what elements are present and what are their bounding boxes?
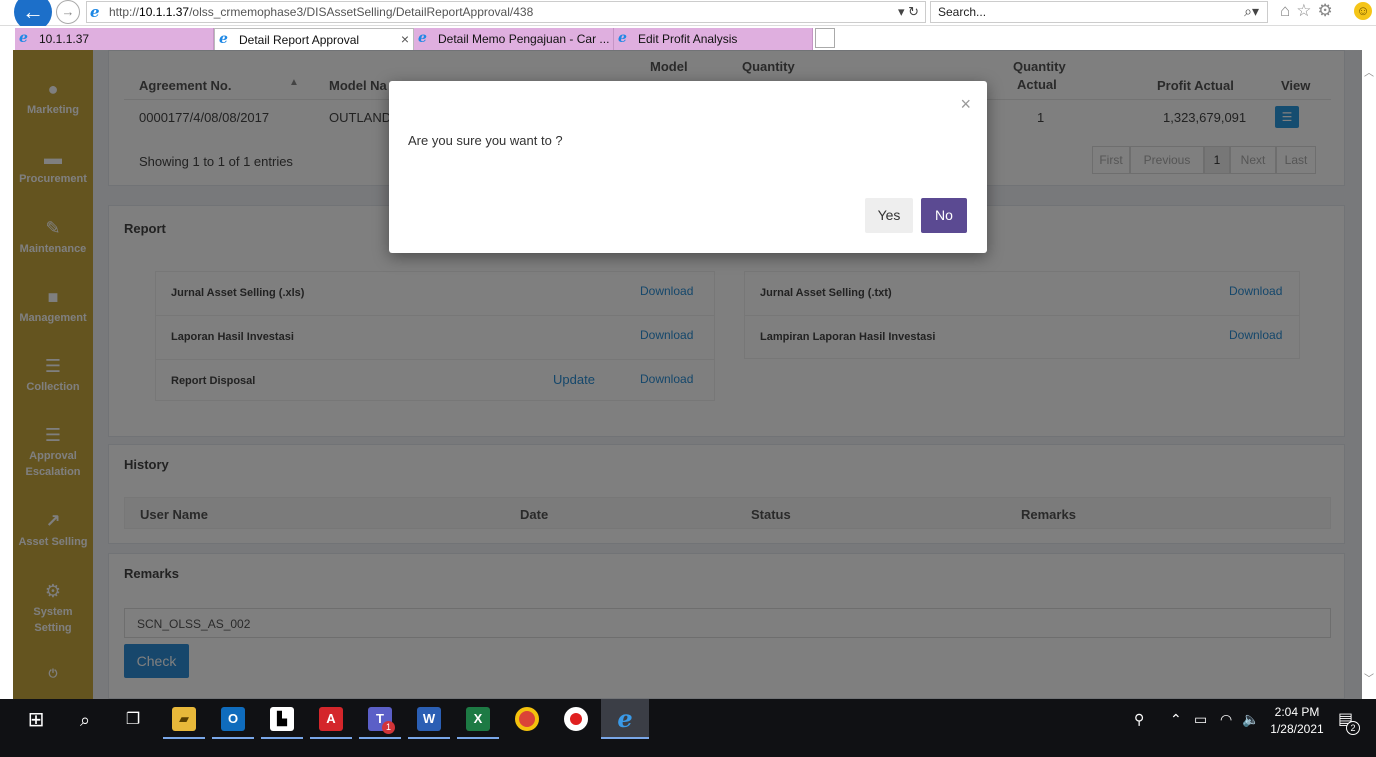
acrobat-icon[interactable]: A [319,707,343,731]
refresh-icon[interactable]: ▾ ↻ [898,4,919,20]
scroll-up-icon[interactable]: ︿ [1364,64,1374,79]
running-indicator [212,737,254,739]
running-indicator [310,737,352,739]
tab-host[interactable]: e 10.1.1.37 [15,28,214,50]
yes-button[interactable]: Yes [865,198,913,233]
chevron-up-icon[interactable]: ⌃ [1170,711,1182,728]
people-icon[interactable]: ⚲ [1134,711,1144,728]
search-icon[interactable]: ⌕▾ [1244,3,1259,20]
ie-icon: e [418,30,427,46]
no-button[interactable]: No [921,198,967,233]
teams-badge: 1 [382,721,395,734]
windows-start-icon[interactable]: ⊞ [12,699,60,741]
running-indicator [457,737,499,739]
chrome-icon[interactable] [515,707,539,731]
forward-arrow-icon[interactable]: → [56,0,80,24]
confirm-dialog: × Are you sure you want to ? Yes No [389,81,987,253]
search-input[interactable]: Search... ⌕▾ [930,1,1268,23]
vertical-scrollbar[interactable]: ︿ ﹀ [1362,50,1376,699]
tab-detail-memo[interactable]: e Detail Memo Pengajuan - Car ... [414,28,614,50]
file-explorer-icon[interactable]: ▰ [172,707,196,731]
close-tab-icon[interactable]: × [401,31,409,47]
ie-icon: e [618,30,627,46]
windows-taskbar: ⊞ ⌕ ❐ ▰ O ▙ A T 1 W X e ⚲ ⌃ ▭ ◠ 🔈 2:04 P… [0,699,1376,757]
url-text: http://10.1.1.37/olss_crmemophase3/DISAs… [109,5,534,19]
running-indicator [261,737,303,739]
notification-count: 2 [1346,721,1360,735]
dialog-message: Are you sure you want to ? [408,133,563,148]
ie-icon: e [90,3,100,21]
volume-icon[interactable]: 🔈 [1242,711,1259,728]
scroll-down-icon[interactable]: ﹀ [1364,670,1374,685]
running-indicator [601,737,649,739]
excel-icon[interactable]: X [466,707,490,731]
task-view-icon[interactable]: ❐ [109,699,157,741]
new-tab-button[interactable] [815,28,835,48]
tab-bar: e 10.1.1.37 e Detail Report Approval × e… [0,26,1376,50]
ie-icon[interactable]: e [613,707,637,731]
battery-icon[interactable]: ▭ [1194,711,1207,728]
running-indicator [359,737,401,739]
outlook-icon[interactable]: O [221,707,245,731]
running-indicator [408,737,450,739]
close-icon[interactable]: × [960,95,971,113]
running-indicator [163,737,205,739]
sticky-notes-icon[interactable]: ▙ [270,707,294,731]
search-icon[interactable]: ⌕ [61,699,109,741]
tab-edit-profit-analysis[interactable]: e Edit Profit Analysis [614,28,813,50]
ie-icon: e [219,31,228,47]
url-input[interactable]: e http://10.1.1.37/olss_crmemophase3/DIS… [86,1,926,23]
tab-detail-report-approval[interactable]: e Detail Report Approval × [214,28,414,50]
ie-icon: e [19,30,28,46]
browser-address-bar: ← → e http://10.1.1.37/olss_crmemophase3… [0,0,1376,31]
record-icon[interactable] [564,707,588,731]
wifi-icon[interactable]: ◠ [1220,711,1232,728]
smiley-icon[interactable]: ☺ [1354,2,1372,20]
taskbar-clock[interactable]: 2:04 PM 1/28/2021 [1262,704,1332,738]
word-icon[interactable]: W [417,707,441,731]
home-star-gear-icons[interactable]: ⌂☆⚙ [1280,1,1339,21]
